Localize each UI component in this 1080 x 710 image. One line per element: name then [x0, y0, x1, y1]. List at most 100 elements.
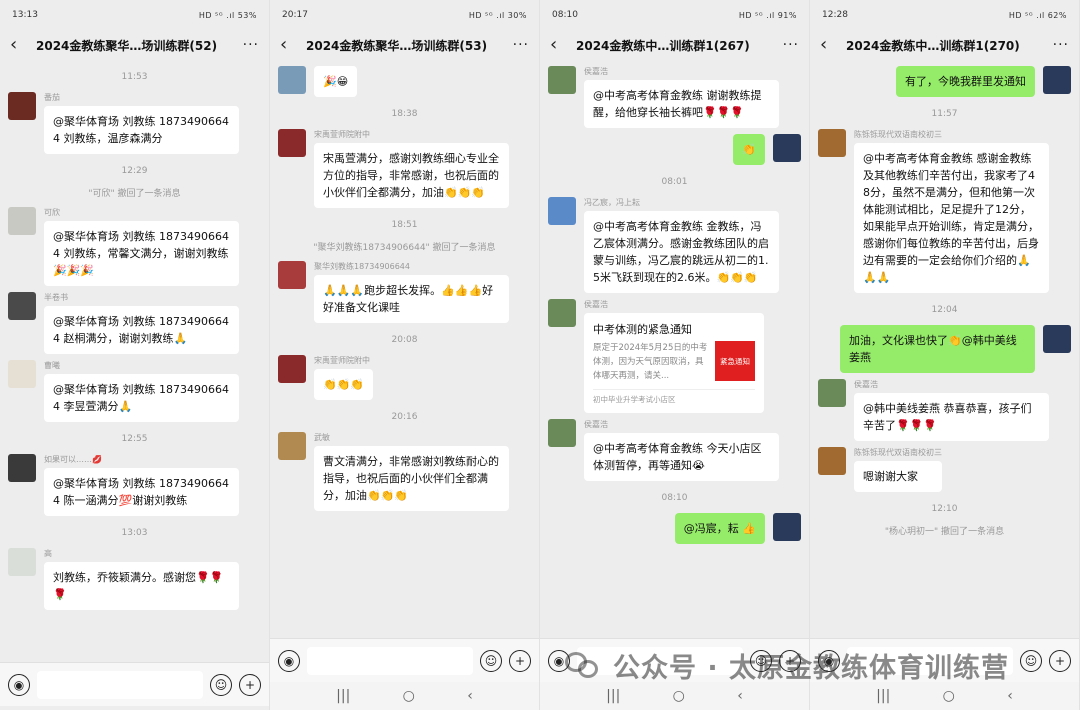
message-list[interactable]: 🎉😁 18:38 宋禹萱师院附中 宋禹萱满分，感谢刘教练细心专业全方位的指导，非常感谢… — [270, 60, 539, 638]
timestamp: 18:38 — [391, 109, 418, 119]
back-icon[interactable]: ‹ — [550, 36, 570, 54]
timestamp: 12:10 — [931, 504, 958, 514]
plus-icon[interactable]: + — [509, 649, 531, 672]
recent-apps-icon[interactable]: ||| — [336, 688, 350, 704]
message-bubble[interactable]: 🙏🙏🙏跑步超长发挥。👍👍👍好好准备文化课哇 — [314, 275, 509, 323]
voice-icon[interactable]: ◉ — [278, 649, 300, 672]
incoming-message: 半卷书 @聚华体育场 刘教练 18734906644 赵桐满分，谢谢刘教练🙏 — [0, 292, 269, 354]
avatar[interactable] — [8, 292, 36, 320]
watermark: 公众号 · 太原金教练体育训练营 — [565, 640, 1075, 690]
avatar[interactable] — [773, 513, 801, 541]
message-input[interactable] — [37, 670, 203, 699]
back-icon[interactable]: ‹ — [820, 36, 840, 54]
message-bubble[interactable]: @聚华体育场 刘教练 18734906644 赵桐满分，谢谢刘教练🙏 — [44, 306, 239, 354]
avatar[interactable] — [8, 92, 36, 120]
avatar[interactable] — [818, 129, 846, 157]
message-body: 武敏曹文清满分，非常感谢刘教练耐心的指导，也祝后面的小伙伴们全都满分，加油👏👏👏 — [314, 432, 509, 511]
avatar[interactable] — [278, 355, 306, 383]
sender-name: 冯乙宸，冯上耘 — [584, 198, 640, 207]
message-bubble[interactable]: 👏 — [733, 134, 765, 165]
recent-apps-icon[interactable]: ||| — [876, 688, 890, 704]
card-title: 中考体测的紧急通知 — [593, 323, 692, 336]
nav-back-icon[interactable]: ‹ — [467, 688, 473, 704]
avatar[interactable] — [548, 197, 576, 225]
sender-name: 半卷书 — [44, 293, 68, 302]
chat-header: ‹ 2024金教练聚华…场训练群(52) ··· — [0, 30, 269, 60]
nav-back-icon[interactable]: ‹ — [1007, 688, 1013, 704]
message-bubble[interactable]: 加油，文化课也快了👏@韩中美线姜燕 — [840, 325, 1035, 373]
avatar[interactable] — [1043, 325, 1071, 353]
more-icon[interactable]: ··· — [243, 37, 259, 53]
avatar[interactable] — [278, 261, 306, 289]
recent-apps-icon[interactable]: ||| — [606, 688, 620, 704]
plus-icon[interactable]: + — [239, 673, 261, 696]
status-bar: 08:10 HD ⁵ᴳ .ıl 91% — [540, 0, 809, 30]
avatar[interactable] — [8, 454, 36, 482]
more-icon[interactable]: ··· — [783, 37, 799, 53]
message-list[interactable]: 有了，今晚我群里发通知 11:57 陈铄铄现代双语南校初三 @中考高考体育金教练 感谢… — [810, 60, 1079, 638]
message-list[interactable]: 11:53 番茄 @聚华体育场 刘教练 18734906644 刘教练，温彦森满分 1… — [0, 60, 269, 662]
sender-name: 番茄 — [44, 93, 60, 102]
avatar[interactable] — [548, 299, 576, 327]
avatar[interactable] — [278, 432, 306, 460]
timestamp: 13:03 — [121, 528, 148, 538]
message-body: 侯嘉浩 @中考高考体育金教练 今天小店区体测暂停，再等通知😭 — [584, 419, 779, 481]
message-bubble[interactable]: 宋禹萱满分，感谢刘教练细心专业全方位的指导，非常感谢，也祝后面的小伙伴们全都满分… — [314, 143, 509, 208]
message-bubble[interactable]: @中考高考体育金教练 谢谢教练提醒，给他穿长袖长裤吧🌹🌹🌹 — [584, 80, 779, 128]
message-bubble[interactable]: @聚华体育场 刘教练 18734906644 李昱萱满分🙏 — [44, 374, 239, 422]
message-bubble[interactable]: @聚华体育场 刘教练 18734906644 刘教练，常馨文满分，谢谢刘教练🎉🎉… — [44, 221, 239, 286]
back-icon[interactable]: ‹ — [10, 36, 30, 54]
home-icon[interactable]: ○ — [403, 688, 415, 704]
message-bubble[interactable]: 🎉😁 — [314, 66, 358, 97]
avatar[interactable] — [548, 66, 576, 94]
message-list[interactable]: 侯嘉浩 @中考高考体育金教练 谢谢教练提醒，给他穿长袖长裤吧🌹🌹🌹 👏 08:01 冯乙… — [540, 60, 809, 638]
avatar[interactable] — [773, 134, 801, 162]
emoji-icon[interactable]: ☺ — [480, 649, 502, 672]
message-body: 侯嘉浩 @韩中美线姜燕 恭喜恭喜，孩子们辛苦了🌹🌹🌹 — [854, 379, 1049, 441]
message-bubble[interactable]: @冯宸，耘 👍 — [674, 513, 765, 544]
incoming-message: 如果可以……💋 @聚华体育场 刘教练 18734906644 陈一涵满分💯谢谢刘教… — [0, 454, 269, 516]
message-bubble[interactable]: 有了，今晚我群里发通知 — [896, 66, 1035, 97]
link-card[interactable]: 中考体测的紧急通知原定于2024年5月25日的中考体测，因为天气原因取消，具体哪… — [584, 313, 764, 413]
message-body: 高刘教练，乔筱颖满分。感谢您🌹🌹🌹 — [44, 548, 239, 610]
voice-icon[interactable]: ◉ — [8, 673, 30, 696]
message-bubble[interactable]: @中考高考体育金教练 感谢金教练及其他教练们辛苦付出，我家考了48分，虽然不是满… — [854, 143, 1049, 293]
sender-name: 侯嘉浩 — [584, 300, 608, 309]
more-icon[interactable]: ··· — [513, 37, 529, 53]
back-icon[interactable]: ‹ — [280, 36, 300, 54]
home-icon[interactable]: ○ — [943, 688, 955, 704]
avatar[interactable] — [278, 66, 306, 94]
message-bubble[interactable]: @韩中美线姜燕 恭喜恭喜，孩子们辛苦了🌹🌹🌹 — [854, 393, 1049, 441]
home-icon[interactable]: ○ — [673, 688, 685, 704]
avatar[interactable] — [8, 207, 36, 235]
nav-back-icon[interactable]: ‹ — [737, 688, 743, 704]
card-content: 原定于2024年5月25日的中考体测，因为天气原因取消，具体哪天再测，请关...… — [593, 341, 755, 383]
avatar[interactable] — [818, 447, 846, 475]
incoming-message: 🎉😁 — [270, 66, 539, 97]
message-bubble[interactable]: @中考高考体育金教练 金教练，冯乙宸体测满分。感谢金教练团队的启蒙与训练，冯乙宸… — [584, 211, 779, 293]
avatar[interactable] — [8, 360, 36, 388]
avatar[interactable] — [1043, 66, 1071, 94]
message-bubble[interactable]: @聚华体育场 刘教练 18734906644 陈一涵满分💯谢谢刘教练 — [44, 468, 239, 516]
avatar[interactable] — [548, 419, 576, 447]
avatar[interactable] — [278, 129, 306, 157]
message-bubble[interactable]: 👏👏👏 — [314, 369, 374, 400]
message-bubble[interactable]: 曹文清满分，非常感谢刘教练耐心的指导，也祝后面的小伙伴们全都满分，加油👏👏👏 — [314, 446, 509, 511]
emoji-icon[interactable]: ☺ — [210, 673, 232, 696]
more-icon[interactable]: ··· — [1053, 37, 1069, 53]
incoming-message: 陈铄铄现代双语南校初三 @中考高考体育金教练 感谢金教练及其他教练们辛苦付出，我家… — [810, 129, 1079, 293]
message-input[interactable] — [307, 646, 473, 675]
incoming-message: 侯嘉浩 @中考高考体育金教练 谢谢教练提醒，给他穿长袖长裤吧🌹🌹🌹 — [540, 66, 809, 128]
message-bubble[interactable]: @聚华体育场 刘教练 18734906644 刘教练，温彦森满分 — [44, 106, 239, 154]
message-bubble[interactable]: @中考高考体育金教练 今天小店区体测暂停，再等通知😭 — [584, 433, 779, 481]
avatar[interactable] — [818, 379, 846, 407]
chat-header: ‹ 2024金教练中…训练群1(270) ··· — [810, 30, 1079, 60]
avatar[interactable] — [8, 548, 36, 576]
incoming-message: 高刘教练，乔筱颖满分。感谢您🌹🌹🌹 — [0, 548, 269, 610]
message-body: @冯宸，耘 👍 — [674, 513, 765, 544]
message-bubble[interactable]: 嗯谢谢大家 — [854, 461, 942, 492]
sender-name: 武敏 — [314, 433, 330, 442]
message-bubble[interactable]: 刘教练，乔筱颖满分。感谢您🌹🌹🌹 — [44, 562, 239, 610]
timestamp: 12:29 — [121, 166, 148, 176]
status-indicators: HD ⁵ᴳ .ıl 91% — [738, 10, 797, 20]
